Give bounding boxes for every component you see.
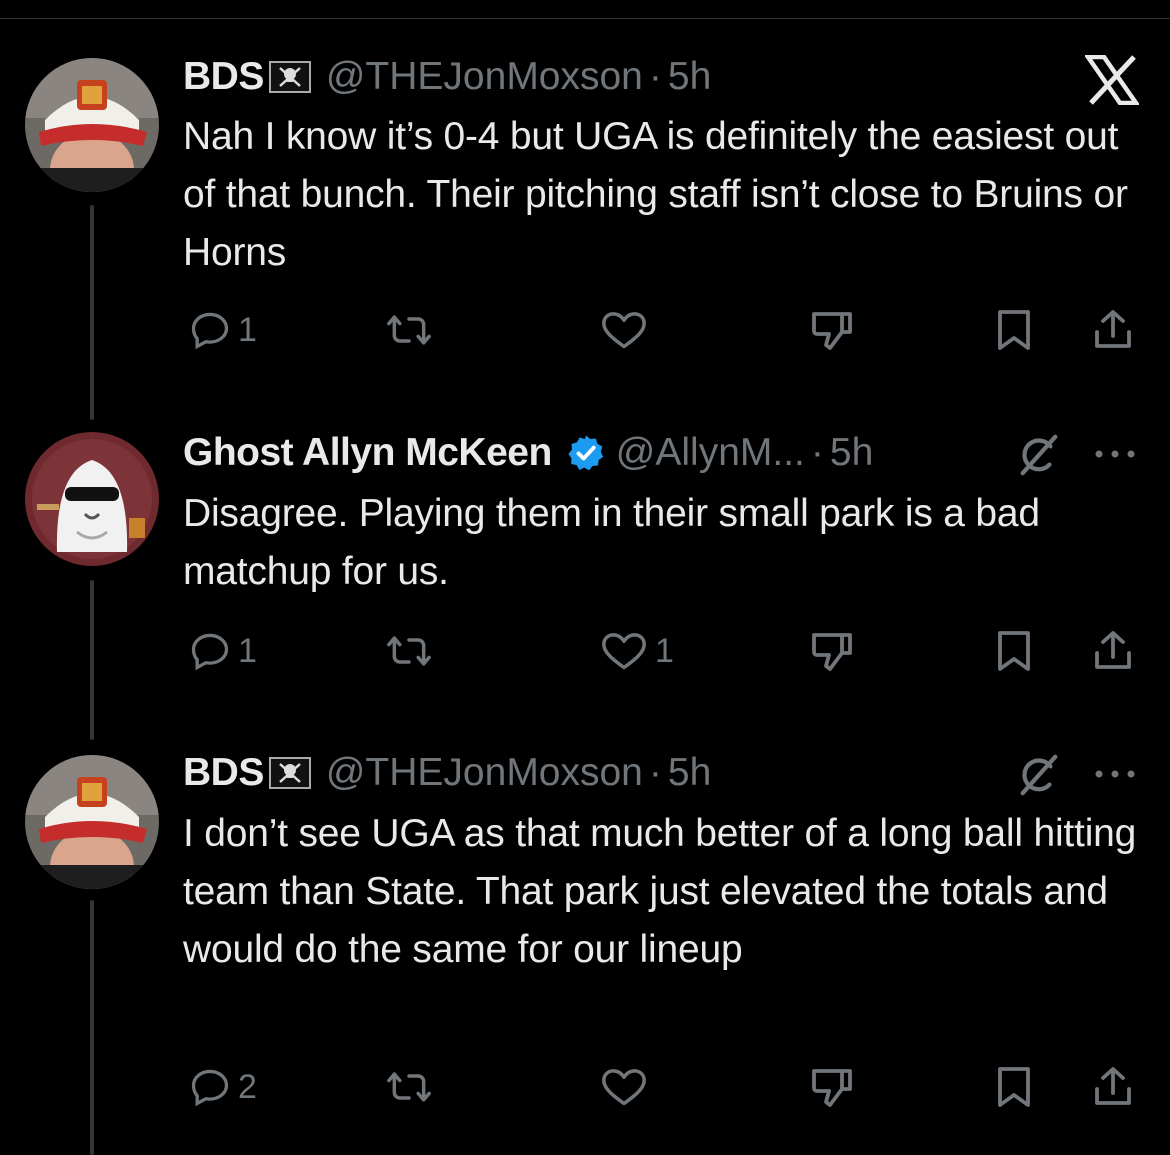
more-options-icon[interactable] [1092,446,1138,467]
thread-line [90,205,94,420]
more-options-icon[interactable] [1092,766,1138,787]
user-handle[interactable]: @AllynM... [616,431,805,475]
user-handle[interactable]: @THEJonMoxson [326,55,643,99]
thread-line [90,580,94,740]
display-name[interactable]: Ghost Allyn McKeen [183,431,552,475]
heart-icon [599,308,649,352]
reply-count: 1 [238,310,257,349]
grok-icon[interactable] [1015,752,1061,803]
heart-icon [599,1065,649,1109]
tweet-actions: 1 1 [183,626,1143,676]
share-icon [1091,1065,1135,1109]
grok-icon[interactable] [1015,432,1061,483]
retweet-icon [385,1065,433,1109]
tweet-text: Nah I know it’s 0-4 but UGA is definitel… [183,115,1128,274]
separator-dot: · [810,431,824,474]
reply-icon [188,629,232,673]
like-button[interactable]: 1 [599,626,674,676]
dislike-button[interactable] [808,305,856,355]
heart-icon [599,629,649,673]
thumbs-down-icon [808,1065,856,1109]
user-handle[interactable]: @THEJonMoxson [326,751,643,795]
tweet-actions: 2 [183,1062,1143,1112]
retweet-button[interactable] [385,1062,439,1112]
pirate-flag-icon [268,60,312,94]
timestamp[interactable]: 5h [830,431,873,475]
like-button[interactable] [599,1062,655,1112]
dislike-button[interactable] [808,626,856,676]
like-count: 1 [655,631,674,670]
timestamp[interactable]: 5h [668,55,711,99]
tweet-text: Disagree. Playing them in their small pa… [183,492,1040,593]
tweet-header: BDS @THEJonMoxson · 5h [183,52,711,102]
share-button[interactable] [1091,1062,1135,1112]
bookmark-icon [994,1065,1034,1109]
retweet-icon [385,308,433,352]
share-icon [1091,308,1135,352]
share-button[interactable] [1091,305,1135,355]
pirate-flag-icon [268,756,312,790]
avatar[interactable] [25,432,159,566]
like-button[interactable] [599,305,655,355]
dislike-button[interactable] [808,1062,856,1112]
reply-button[interactable]: 2 [188,1062,257,1112]
bookmark-icon [994,308,1034,352]
top-divider [0,18,1170,19]
bookmark-button[interactable] [994,626,1034,676]
thread-line [90,900,94,1155]
avatar[interactable] [25,755,159,889]
bookmark-button[interactable] [994,305,1034,355]
thumbs-down-icon [808,629,856,673]
reply-button[interactable]: 1 [188,626,257,676]
tweet-actions: 1 [183,305,1143,355]
reply-icon [188,1065,232,1109]
retweet-button[interactable] [385,305,439,355]
separator-dot: · [648,55,662,98]
retweet-icon [385,629,433,673]
share-button[interactable] [1091,626,1135,676]
thumbs-down-icon [808,308,856,352]
reply-count: 1 [238,631,257,670]
x-logo-icon [1083,54,1141,110]
tweet-header: BDS @THEJonMoxson · 5h [183,748,711,798]
timestamp[interactable]: 5h [668,751,711,795]
reply-count: 2 [238,1067,257,1106]
reply-icon [188,308,232,352]
verified-badge-icon [566,433,606,473]
avatar[interactable] [25,58,159,192]
reply-button[interactable]: 1 [188,305,257,355]
display-name[interactable]: BDS [183,751,264,795]
bookmark-icon [994,629,1034,673]
tweet-header: Ghost Allyn McKeen @AllynM... · 5h [183,428,873,478]
bookmark-button[interactable] [994,1062,1034,1112]
retweet-button[interactable] [385,626,439,676]
separator-dot: · [648,751,662,794]
tweet-text: I don’t see UGA as that much better of a… [183,812,1137,971]
display-name[interactable]: BDS [183,55,264,99]
share-icon [1091,629,1135,673]
